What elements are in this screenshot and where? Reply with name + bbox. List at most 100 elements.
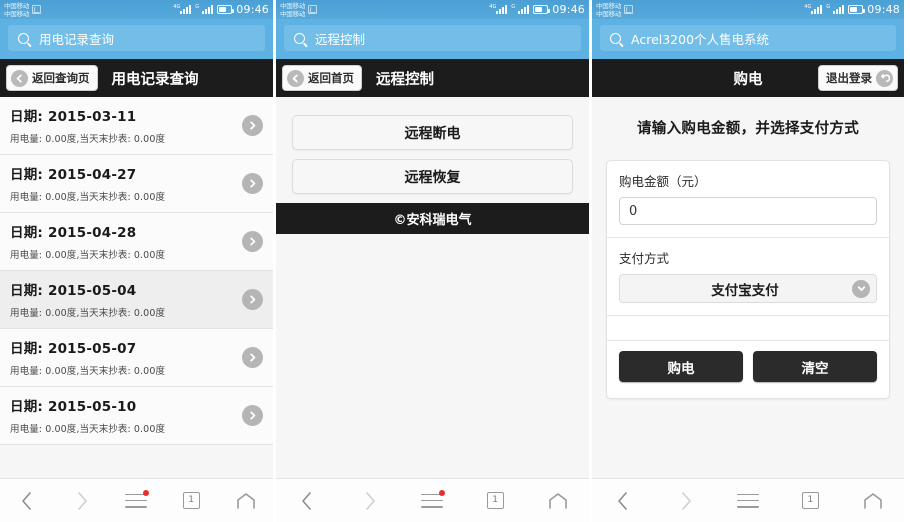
- row-detail: 用电量: 0.00度,当天末抄表: 0.00度: [10, 250, 166, 261]
- amount-input[interactable]: [619, 197, 877, 225]
- row-date-label: 日期:: [10, 109, 43, 125]
- carrier-info: 中国移动 中国移动: [596, 2, 634, 18]
- signal-4g-icon: 4G: [804, 4, 823, 14]
- content-area: 远程断电 远程恢复 ©安科瑞电气: [276, 97, 589, 478]
- signal-g-icon: G: [195, 4, 214, 14]
- row-date: 日期: 2015-04-28: [10, 221, 234, 241]
- browser-url-bar: 用电记录查询: [0, 19, 273, 59]
- usage-record-list: 日期: 2015-03-11 用电量: 0.00度,当天末抄表: 0.00度 日期…: [0, 97, 273, 445]
- search-input[interactable]: 用电记录查询: [8, 25, 265, 51]
- phone-screen-usage-records: 中国移动 中国移动 4G G 09:46 用电记录查询 返回查询页 用电记录查询…: [0, 0, 273, 522]
- back-to-home-button[interactable]: 返回首页: [282, 65, 362, 91]
- tab-count-value: 1: [188, 495, 194, 505]
- circle-arrow-back-icon: [876, 69, 893, 87]
- nav-home-button[interactable]: [218, 479, 273, 522]
- table-row[interactable]: 日期: 2015-05-07 用电量: 0.00度,当天末抄表: 0.00度: [0, 329, 273, 387]
- row-detail: 用电量: 0.00度,当天末抄表: 0.00度: [10, 134, 166, 145]
- nav-back-button[interactable]: [276, 479, 339, 522]
- row-date-label: 日期:: [10, 283, 43, 299]
- row-detail: 用电量: 0.00度,当天末抄表: 0.00度: [10, 424, 166, 435]
- carrier-name-sim2: 中国移动: [596, 9, 622, 18]
- nav-tabs-button[interactable]: 1: [164, 479, 219, 522]
- nav-home-button[interactable]: [842, 479, 904, 522]
- nav-forward-button[interactable]: [339, 479, 402, 522]
- nav-home-button[interactable]: [526, 479, 589, 522]
- page-title: 用电记录查询: [111, 71, 199, 88]
- sim-card-icon: [308, 5, 318, 14]
- signal-g-icon: G: [826, 4, 845, 14]
- browser-url-bar: 远程控制: [276, 19, 589, 59]
- carrier-name-sim1: 中国移动: [4, 1, 30, 10]
- tab-count-icon: 1: [486, 492, 504, 509]
- circle-arrow-left-icon: [11, 69, 28, 87]
- hamburger-menu-icon: [737, 493, 760, 508]
- payment-label: 支付方式: [619, 251, 670, 266]
- row-detail: 用电量: 0.00度,当天末抄表: 0.00度: [10, 366, 166, 377]
- chevron-right-icon[interactable]: [242, 114, 263, 136]
- logout-button[interactable]: 退出登录: [818, 65, 898, 91]
- content-area: 日期: 2015-03-11 用电量: 0.00度,当天末抄表: 0.00度 日期…: [0, 97, 273, 478]
- payment-section: 支付方式 支付宝支付: [607, 237, 889, 315]
- nav-forward-button[interactable]: [654, 479, 716, 522]
- chevron-right-icon[interactable]: [242, 172, 263, 194]
- status-bar: 中国移动 中国移动 4G G 09:46: [0, 0, 273, 19]
- buy-power-button[interactable]: 购电: [619, 351, 743, 382]
- carrier-name-sim2: 中国移动: [4, 9, 30, 18]
- status-bar: 中国移动 中国移动 4G G 09:46: [276, 0, 589, 19]
- nav-forward-button[interactable]: [55, 479, 110, 522]
- nav-menu-button[interactable]: [109, 479, 164, 522]
- nav-menu-button[interactable]: [401, 479, 464, 522]
- browser-url-bar: Acrel3200个人售电系统: [592, 19, 904, 59]
- search-input-value: 用电记录查询: [39, 31, 115, 47]
- tab-count-icon: 1: [182, 492, 200, 509]
- back-to-query-button[interactable]: 返回查询页: [6, 65, 98, 91]
- chevron-right-icon[interactable]: [242, 404, 263, 426]
- signal-4g-icon: 4G: [489, 4, 508, 14]
- table-row[interactable]: 日期: 2015-04-27 用电量: 0.00度,当天末抄表: 0.00度: [0, 155, 273, 213]
- tab-count-value: 1: [492, 495, 498, 505]
- nav-menu-button[interactable]: [717, 479, 779, 522]
- clock: 09:46: [236, 3, 269, 16]
- nav-tabs-button[interactable]: 1: [464, 479, 527, 522]
- payment-method-value: 支付宝支付: [711, 282, 779, 299]
- signal-4g-icon: 4G: [173, 4, 192, 14]
- row-date: 日期: 2015-05-10: [10, 395, 234, 415]
- back-button-label: 返回查询页: [32, 71, 90, 85]
- remote-restore-button[interactable]: 远程恢复: [292, 159, 573, 194]
- app-title-bar: 购电 退出登录: [592, 59, 904, 97]
- table-row[interactable]: 日期: 2015-05-10 用电量: 0.00度,当天末抄表: 0.00度: [0, 387, 273, 445]
- row-detail: 用电量: 0.00度,当天末抄表: 0.00度: [10, 308, 166, 319]
- chevron-down-icon: [852, 279, 870, 298]
- chevron-right-icon[interactable]: [242, 288, 263, 310]
- row-date-label: 日期:: [10, 225, 43, 241]
- nav-back-button[interactable]: [592, 479, 654, 522]
- table-row[interactable]: 日期: 2015-04-28 用电量: 0.00度,当天末抄表: 0.00度: [0, 213, 273, 271]
- home-icon: [864, 492, 882, 509]
- payment-method-select[interactable]: 支付宝支付: [619, 274, 877, 303]
- home-icon: [548, 492, 567, 509]
- row-date-value: 2015-04-27: [48, 167, 137, 183]
- sim-card-icon: [624, 5, 634, 14]
- chevron-right-icon[interactable]: [242, 346, 263, 368]
- carrier-name-sim1: 中国移动: [280, 1, 306, 10]
- menu-notification-badge: [143, 490, 150, 496]
- menu-notification-badge: [439, 490, 446, 496]
- nav-tabs-button[interactable]: 1: [779, 479, 841, 522]
- search-input-value: 远程控制: [315, 31, 366, 47]
- phone-screen-remote-control: 中国移动 中国移动 4G G 09:46 远程控制 返回首页 远程控制 远程断电…: [276, 0, 589, 522]
- row-date-label: 日期:: [10, 341, 43, 357]
- phone-screen-purchase-power: 中国移动 中国移动 4G G 09:48 Acrel3200个人售电系统 购电 …: [592, 0, 904, 522]
- clear-button[interactable]: 清空: [753, 351, 877, 382]
- row-date-value: 2015-05-04: [48, 283, 137, 299]
- search-input[interactable]: Acrel3200个人售电系统: [600, 25, 896, 51]
- search-input[interactable]: 远程控制: [284, 25, 581, 51]
- row-date-value: 2015-05-10: [48, 399, 137, 415]
- battery-icon: [217, 5, 235, 14]
- remote-control-actions: 远程断电 远程恢复: [276, 97, 589, 194]
- nav-back-button[interactable]: [0, 479, 55, 522]
- table-row[interactable]: 日期: 2015-05-04 用电量: 0.00度,当天末抄表: 0.00度: [0, 271, 273, 329]
- battery-icon: [848, 5, 866, 14]
- remote-disconnect-button[interactable]: 远程断电: [292, 115, 573, 150]
- table-row[interactable]: 日期: 2015-03-11 用电量: 0.00度,当天末抄表: 0.00度: [0, 97, 273, 155]
- chevron-right-icon[interactable]: [242, 230, 263, 252]
